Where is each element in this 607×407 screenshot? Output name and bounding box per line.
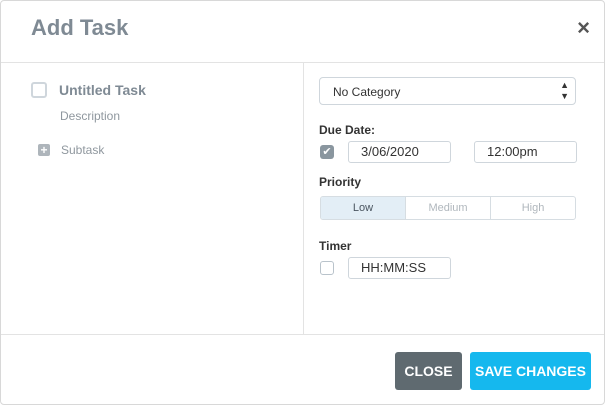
priority-label: Priority — [319, 175, 362, 189]
due-time-input[interactable]: 12:00pm — [474, 141, 577, 163]
task-description-input[interactable]: Description — [60, 109, 120, 123]
priority-option-medium[interactable]: Medium — [405, 197, 490, 219]
timer-label: Timer — [319, 239, 352, 253]
select-arrows-icon: ▲ ▼ — [560, 80, 569, 101]
dialog-title: Add Task — [31, 15, 129, 40]
timer-checkbox[interactable] — [320, 261, 334, 275]
priority-option-low[interactable]: Low — [321, 197, 405, 219]
close-button[interactable]: CLOSE — [395, 352, 462, 390]
category-selected-value: No Category — [333, 85, 401, 99]
add-task-dialog: Add Task × Untitled Task Description + S… — [0, 0, 605, 405]
task-complete-checkbox[interactable] — [31, 82, 47, 98]
due-date-input[interactable]: 3/06/2020 — [348, 141, 451, 163]
priority-option-high[interactable]: High — [490, 197, 575, 219]
add-subtask-link[interactable]: Subtask — [61, 143, 104, 157]
due-date-label: Due Date: — [319, 123, 376, 137]
dialog-header: Add Task × — [1, 1, 604, 63]
category-select[interactable]: No Category ▲ ▼ — [319, 77, 576, 105]
due-date-checkbox[interactable]: ✔ — [320, 145, 334, 159]
save-changes-button[interactable]: SAVE CHANGES — [470, 352, 591, 390]
close-icon[interactable]: × — [577, 16, 590, 40]
column-divider — [303, 63, 304, 334]
dialog-body: Untitled Task Description + Subtask No C… — [1, 63, 604, 335]
priority-selector: Low Medium High — [320, 196, 576, 220]
task-title-input[interactable]: Untitled Task — [59, 82, 146, 98]
timer-input[interactable]: HH:MM:SS — [348, 257, 451, 279]
plus-icon[interactable]: + — [38, 144, 50, 156]
